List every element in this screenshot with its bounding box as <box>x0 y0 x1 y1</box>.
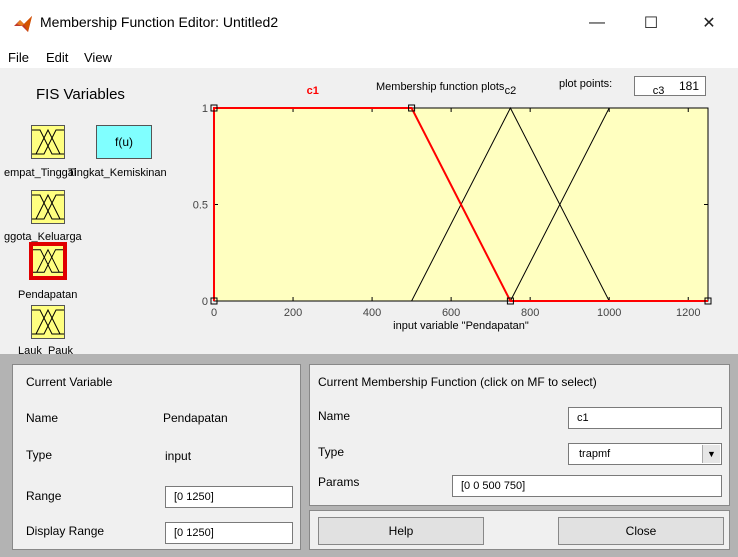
y-tick-label: 0.5 <box>193 200 208 212</box>
membership-function-plot[interactable]: 0 200 400 600 800 1000 1200 0 0.5 1 input variable… <box>0 68 738 354</box>
matlab-icon <box>14 16 32 32</box>
chevron-down-icon: ▼ <box>702 445 720 463</box>
menu-edit[interactable]: Edit <box>46 50 68 65</box>
x-tick-label: 1000 <box>597 307 621 319</box>
current-variable-panel: Current Variable Name Pendapatan Type in… <box>12 364 301 550</box>
cv-display-range-label: Display Range <box>26 524 105 538</box>
cv-name-value: Pendapatan <box>163 411 228 425</box>
display-range-input[interactable]: [0 1250] <box>165 522 293 544</box>
close-window-button[interactable]: ✕ <box>686 0 732 46</box>
close-button-label: Close <box>625 524 657 538</box>
x-tick-label: 400 <box>363 307 381 319</box>
range-input[interactable]: [0 1250] <box>165 486 293 508</box>
close-icon: ✕ <box>702 15 716 32</box>
maximize-button[interactable]: ☐ <box>628 0 674 46</box>
close-button[interactable]: Close <box>558 517 724 545</box>
mf-name-input[interactable]: c1 <box>568 407 722 429</box>
maximize-icon: ☐ <box>643 15 659 32</box>
mf-label-c3: c3 <box>653 85 665 97</box>
window-title: Membership Function Editor: Untitled2 <box>40 14 279 30</box>
cv-type-label: Type <box>26 448 53 462</box>
mf-name-label: Name <box>318 409 351 423</box>
minimize-button[interactable]: — <box>574 0 620 46</box>
title-bar: Membership Function Editor: Untitled2 — … <box>0 0 738 46</box>
mf-label-c1: c1 <box>307 85 319 97</box>
y-tick-label: 0 <box>202 296 208 308</box>
current-mf-panel: Current Membership Function (click on MF… <box>309 364 730 506</box>
lower-area: Current Variable Name Pendapatan Type in… <box>0 354 738 557</box>
x-tick-label: 0 <box>211 307 217 319</box>
minimize-icon: — <box>589 14 605 31</box>
x-axis-label: input variable "Pendapatan" <box>393 320 529 332</box>
mf-params-input[interactable]: [0 0 500 750] <box>452 475 722 497</box>
menu-view[interactable]: View <box>84 50 112 65</box>
upper-area: FIS Variables f(u) empat_Tinggal Tingkat… <box>0 68 738 354</box>
x-tick-label: 1200 <box>676 307 700 319</box>
buttons-panel: Help Close <box>309 510 730 550</box>
menu-bar: File Edit View <box>0 46 738 68</box>
mf-label-c2: c2 <box>505 85 517 97</box>
mf-type-select[interactable]: trapmf ▼ <box>568 443 722 465</box>
cv-type-value: input <box>165 449 192 463</box>
x-tick-label: 800 <box>521 307 539 319</box>
help-button-label: Help <box>388 524 414 538</box>
help-button[interactable]: Help <box>318 517 484 545</box>
cv-range-label: Range <box>26 489 62 503</box>
mf-params-label: Params <box>318 475 360 489</box>
mf-type-value: trapmf <box>579 448 611 460</box>
x-tick-label: 200 <box>284 307 302 319</box>
x-tick-label: 600 <box>442 307 460 319</box>
cv-name-label: Name <box>26 411 59 425</box>
mf-type-label: Type <box>318 445 345 459</box>
current-variable-title: Current Variable <box>26 375 113 389</box>
current-mf-title: Current Membership Function (click on MF… <box>318 375 597 389</box>
y-tick-label: 1 <box>202 103 208 115</box>
menu-file[interactable]: File <box>8 50 29 65</box>
